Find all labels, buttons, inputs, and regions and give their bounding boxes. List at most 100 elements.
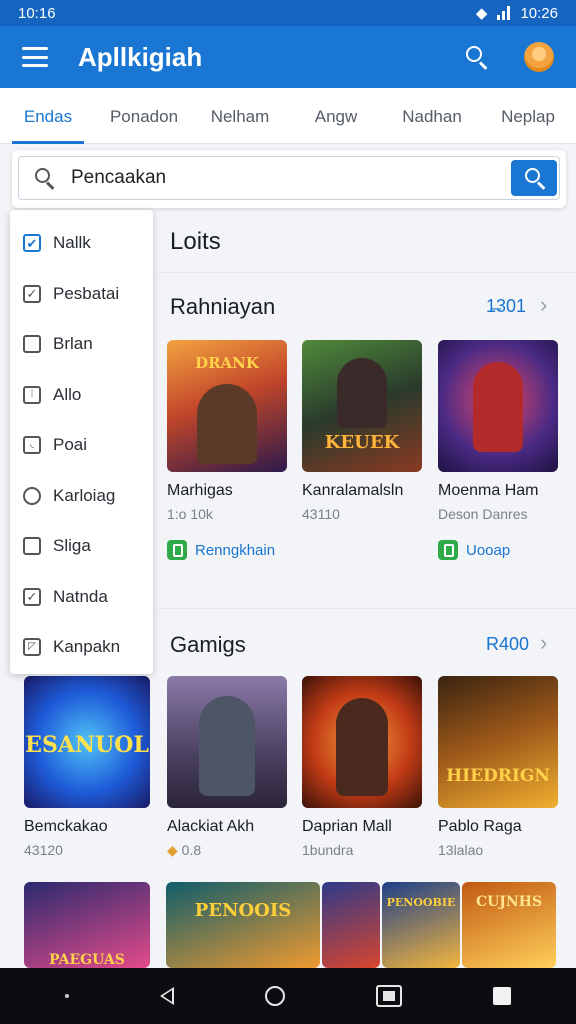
section-title: Gamigs [170,632,246,657]
app-bar: Apllkigiah [0,26,576,88]
see-more-link[interactable]: 1̶301 [486,296,526,317]
section-title: Rahniayan [170,294,276,319]
thumb-title: PENOOIS [194,900,292,921]
card-sub: 43120 [24,842,63,858]
search-icon [33,166,57,190]
avatar-icon[interactable] [524,42,554,72]
coin-icon: ◆ [167,842,178,858]
install-button[interactable]: Uooap [438,540,558,560]
character-art [337,358,387,428]
checkbox-icon: ◟ [23,436,41,455]
signal-icon [497,6,511,20]
thumb-title: PAEGUAS [49,952,125,968]
game-thumbnail: DRANK [167,340,287,472]
menu-icon[interactable] [22,47,48,67]
game-thumbnail[interactable]: CUJNHS [462,882,556,968]
search-icon[interactable] [464,44,490,70]
status-bar: 10:16 ◆ 10:26 [0,0,576,26]
filter-item-brlan[interactable]: Brlan [10,319,153,370]
tab-ponadon[interactable]: Ponadon [96,88,192,144]
see-more-link[interactable]: R400 [486,634,529,655]
card-sub-value: 0.8 [181,842,202,858]
tab-neplap[interactable]: Neplap [480,88,576,144]
search-input[interactable] [57,167,511,189]
divider [158,272,576,273]
game-thumbnail[interactable] [322,882,380,968]
game-thumbnail: KEUEK [302,340,422,472]
thumb-title: HIEDRIGN [446,766,550,786]
game-thumbnail: ESANUOL [24,676,150,808]
install-button[interactable]: Renngkhain [167,540,287,560]
apps-icon[interactable] [375,985,402,1007]
chevron-right-icon[interactable]: › [540,630,547,656]
back-icon[interactable] [160,987,175,1005]
game-thumbnail: HIEDRIGN [438,676,558,808]
character-art [197,384,257,464]
character-art [199,696,255,796]
status-time-left: 10:16 [18,4,56,22]
checkbox-checked-icon: ✓ [23,587,41,606]
status-time-right: 10:26 [520,4,558,22]
game-thumbnail [302,676,422,808]
game-card[interactable]: DRANK Marhigas 1:o 10k Renngkhain [167,340,287,560]
lists-title: Loits [170,228,221,255]
chevron-right-icon[interactable]: › [540,292,547,318]
search-bar [12,150,566,208]
thumb-title: KEUEK [324,432,400,453]
thumb-title: ESANUOL [25,732,149,758]
card-name: Pablo Raga [438,818,522,835]
card-sub: 1:o 10k [167,506,213,522]
card-sub: 43110 [302,506,340,522]
app-title: Apllkigiah [78,41,203,72]
dot-icon [65,994,70,998]
search-button[interactable] [511,160,557,196]
tab-bar: Endas Ponadon Nelham Angw Nadhan Neplap [0,88,576,144]
filter-label: Sliga [53,536,91,556]
checkbox-checked-icon: ✓ [23,284,41,303]
filter-panel: ✔ Nallk ✓ Pesbatai Brlan ⁞ Allo ◟ Poai Karlo… [10,210,153,674]
tab-angw[interactable]: Angw [288,88,384,144]
filter-label: Kanpakn [53,637,121,657]
thumb-title: PENOOBIE [386,896,456,909]
square-icon[interactable] [492,987,511,1005]
tab-nadhan[interactable]: Nadhan [384,88,480,144]
filter-item-karloiag[interactable]: Karloiag [10,471,153,522]
filter-item-allo[interactable]: ⁞ Allo [10,370,153,421]
card-name: Moenma Ham [438,482,539,499]
filter-item-poai[interactable]: ◟ Poai [10,420,153,471]
tab-nelham[interactable]: Nelham [192,88,288,144]
filter-item-pesbatai[interactable]: ✓ Pesbatai [10,269,153,320]
game-card[interactable]: KEUEK Kanralamalsln 43110 [302,340,422,522]
filter-item-nallk[interactable]: ✔ Nallk [10,218,153,269]
card-sub: 1bundra [302,842,354,858]
card-name: Alackiat Akh [167,818,255,835]
radio-icon [23,486,41,505]
game-card[interactable]: ESANUOL Bemckakao 43120 [24,676,150,858]
character-art [336,698,388,796]
filter-label: Pesbatai [53,283,120,303]
game-thumbnail[interactable]: PAEGUAS [24,882,150,968]
search-box [18,156,560,200]
filter-item-natnda[interactable]: ✓ Natnda [10,572,153,623]
install-label: Renngkhain [195,541,276,559]
game-card[interactable]: Alackiat Akh ◆ 0.8 [167,676,287,859]
character-art [473,362,523,452]
card-sub: Deson Danres [438,506,528,522]
filter-item-kanpakn[interactable]: ◸ Kanpakn [10,622,153,673]
filter-item-sliga[interactable]: Sliga [10,521,153,572]
filter-label: Poai [53,435,88,455]
game-card[interactable]: HIEDRIGN Pablo Raga 13lalao [438,676,558,858]
install-icon [167,540,187,560]
filter-label: Brlan [53,334,93,354]
game-card[interactable]: Daprian Mall 1bundra [302,676,422,858]
checkbox-checked-icon: ✔ [23,234,41,253]
status-right: ◆ 10:26 [475,4,558,23]
game-thumbnail[interactable]: PENOOIS [166,882,320,968]
game-thumbnail[interactable]: PENOOBIE [382,882,460,968]
tab-endas[interactable]: Endas [0,88,96,144]
checkbox-icon: ◸ [23,638,41,657]
home-icon[interactable] [264,986,285,1006]
game-card[interactable]: Moenma Ham Deson Danres Uooap [438,340,558,560]
install-label: Uooap [466,541,511,559]
wifi-icon: ◆ [475,5,488,22]
